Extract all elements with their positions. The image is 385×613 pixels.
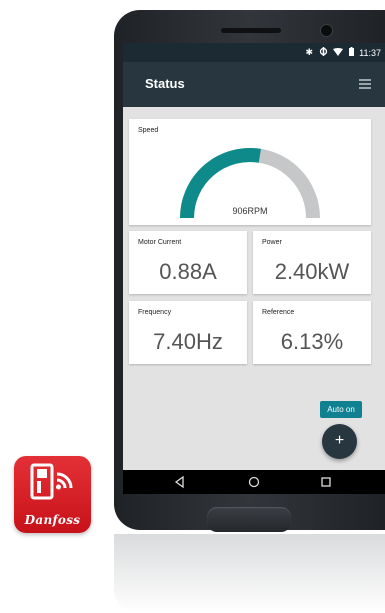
phone-speaker [221,28,281,33]
tile-value: 0.88A [159,259,217,284]
speed-value: 906RPM [232,206,268,216]
motor-current-card[interactable]: Motor Current 0.88A [129,231,247,294]
app-logo: Danfoss [14,456,91,533]
home-icon[interactable] [247,475,261,489]
brand-name: Danfoss [24,513,81,527]
battery-icon [348,47,354,58]
nfc-icon [319,47,328,58]
phone-home-button[interactable] [207,507,291,532]
tile-label: Motor Current [138,239,182,246]
phone-camera [321,25,332,36]
app-screen: ✱ 11:37 Status Speed 906RPM Motor Curren… [123,43,385,470]
recents-icon[interactable] [319,475,333,489]
speed-card[interactable]: Speed 906RPM [129,119,371,225]
power-card[interactable]: Power 2.40kW [253,231,371,294]
nav-bar [123,470,385,494]
tile-value: 7.40Hz [153,329,223,354]
phone-reflection [114,534,385,613]
status-bar: ✱ 11:37 [123,43,385,62]
reference-card[interactable]: Reference 6.13% [253,301,371,364]
page-title: Status [145,76,185,91]
tile-label: Reference [262,309,295,316]
tile-label: Frequency [138,309,172,316]
bluetooth-icon: ✱ [305,47,314,58]
frequency-card[interactable]: Frequency 7.40Hz [129,301,247,364]
tile-value: 2.40kW [274,259,350,284]
auto-on-tooltip: Auto on [320,401,362,418]
app-bar: Status [123,62,385,107]
hamburger-menu-icon[interactable] [359,79,371,89]
vlt-drive-wireless-icon [30,463,73,500]
add-button[interactable]: + [322,424,357,459]
back-icon[interactable] [173,475,187,489]
tile-value: 6.13% [280,329,344,354]
tile-label: Power [262,239,282,246]
clock: 11:37 [359,47,381,58]
wifi-icon [333,47,344,58]
